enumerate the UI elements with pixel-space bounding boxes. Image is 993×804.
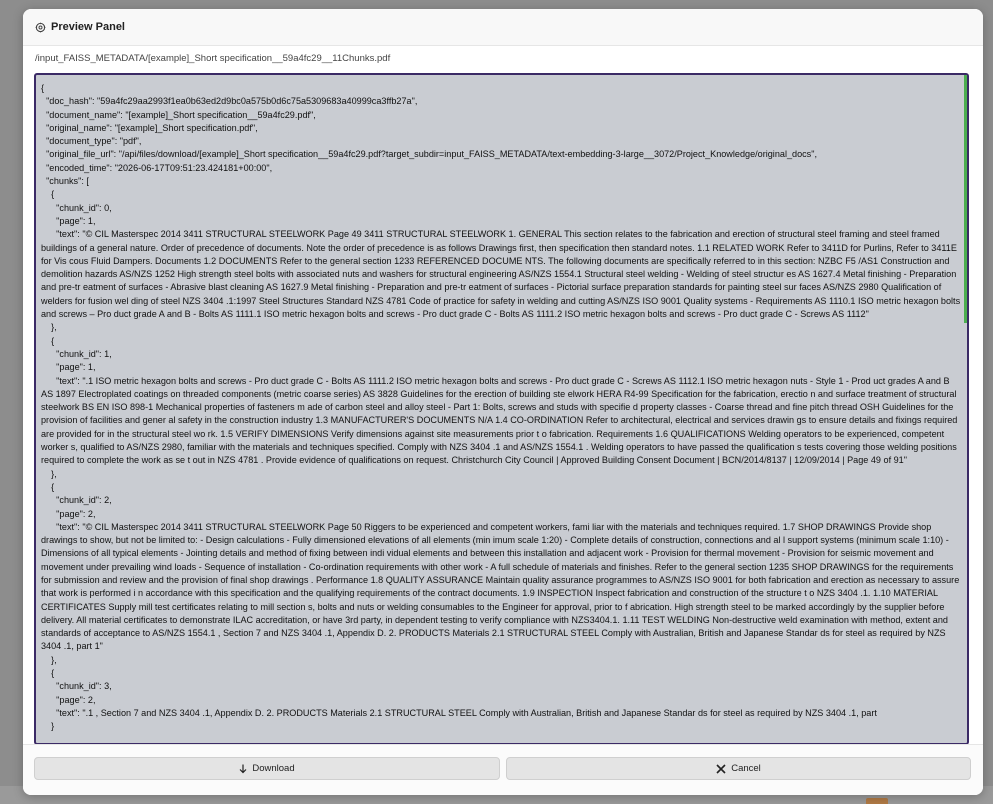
preview-panel-modal: Preview Panel /input_FAISS_METADATA/[exa… — [23, 9, 983, 795]
modal-header: Preview Panel — [23, 9, 983, 46]
download-label: Download — [252, 763, 295, 774]
cancel-button[interactable]: Cancel — [506, 757, 971, 780]
cancel-label: Cancel — [731, 763, 761, 774]
json-preview-area[interactable]: { "doc_hash": "59a4fc29aa2993f1ea0b63ed2… — [34, 73, 969, 745]
preview-gear-icon — [34, 21, 47, 34]
json-content: { "doc_hash": "59a4fc29aa2993f1ea0b63ed2… — [41, 83, 961, 732]
panel-title: Preview Panel — [51, 21, 125, 33]
download-button[interactable]: Download — [34, 757, 500, 780]
modal-footer: Download Cancel — [23, 744, 983, 795]
download-arrow-icon — [239, 764, 247, 774]
background-app-chip — [866, 798, 888, 804]
file-path-label: /input_FAISS_METADATA/[example]_Short sp… — [35, 53, 391, 64]
scrollbar-thumb[interactable] — [964, 75, 967, 323]
close-x-icon — [716, 763, 726, 774]
